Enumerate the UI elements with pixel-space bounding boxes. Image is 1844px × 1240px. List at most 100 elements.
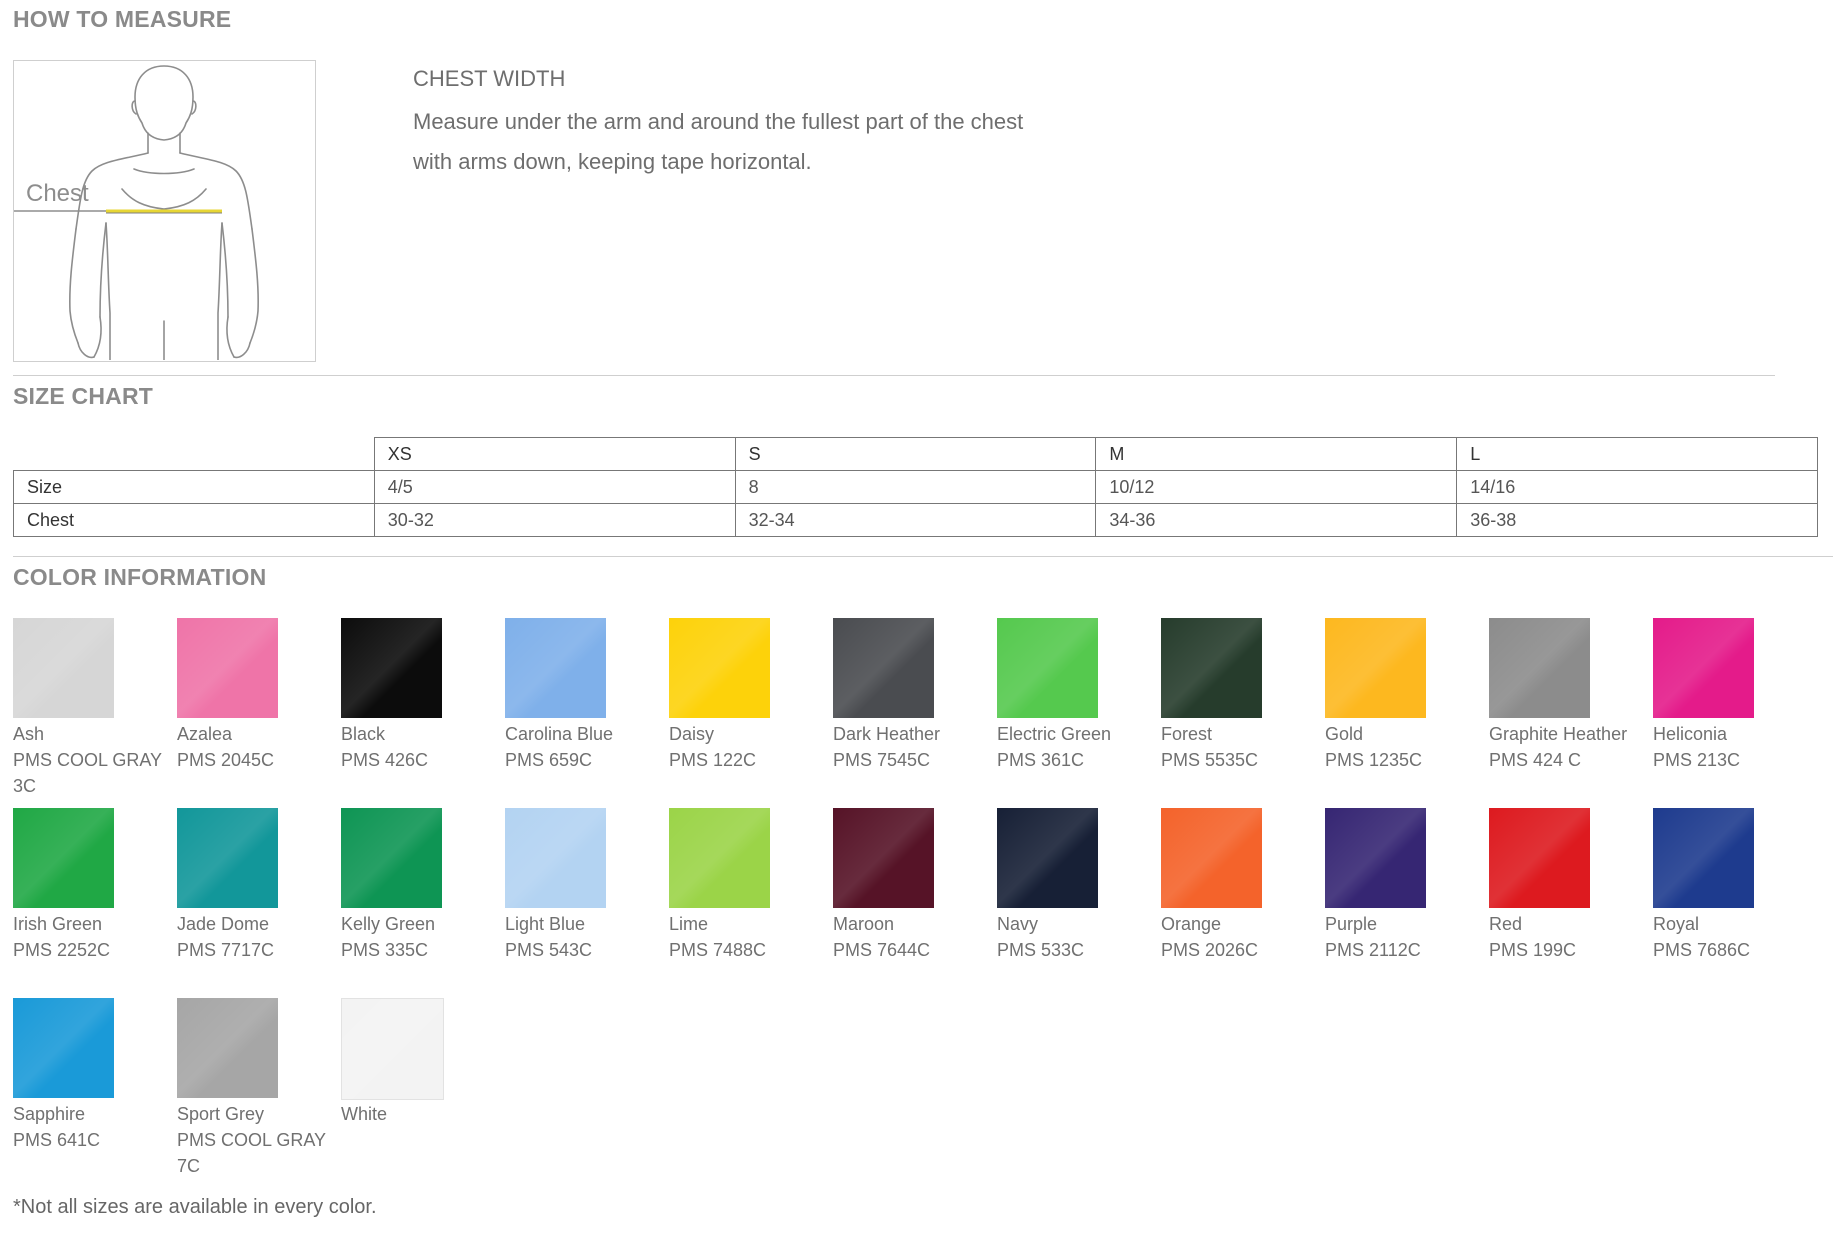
color-pms-code: PMS 543C [505,940,593,960]
table-cell: 30-32 [373,503,736,537]
color-swatch[interactable] [13,998,114,1098]
color-swatch[interactable] [1161,618,1262,718]
color-label: Irish Green PMS 2252C [13,911,173,963]
color-label: Gold PMS 1235C [1325,721,1485,773]
color-swatch[interactable] [177,998,278,1098]
color-name: Carolina Blue [505,724,614,744]
color-swatch[interactable] [833,808,934,908]
size-col-xs: XS [373,437,736,471]
color-swatch[interactable] [505,808,606,908]
color-swatch[interactable] [341,808,442,908]
size-chart-table: XS S M L Size 4/5 8 10/12 14/16 Chest 30… [13,437,1818,537]
color-pms-code: PMS 659C [505,750,593,770]
color-pms-code: PMS COOL GRAY 7C [177,1130,326,1176]
color-swatch[interactable] [997,618,1098,718]
color-pms-code: PMS 533C [997,940,1085,960]
color-name: Graphite Heather [1489,724,1628,744]
color-label: Navy PMS 533C [997,911,1157,963]
color-label: Maroon PMS 7644C [833,911,993,963]
color-pms-code: PMS 361C [997,750,1085,770]
color-name: Kelly Green [341,914,436,934]
color-swatch[interactable] [13,618,114,718]
color-swatch[interactable] [997,808,1098,908]
color-label: Heliconia PMS 213C [1653,721,1813,773]
color-swatch[interactable] [1489,808,1590,908]
color-pms-code: PMS 1235C [1325,750,1423,770]
table-cell: 8 [734,470,1097,504]
color-swatch[interactable] [177,808,278,908]
table-cell: 34-36 [1095,503,1458,537]
color-name: Azalea [177,724,233,744]
color-pms-code: PMS 335C [341,940,429,960]
color-swatch[interactable] [669,808,770,908]
color-pms-code: PMS 213C [1653,750,1741,770]
divider [13,375,1775,376]
color-pms-code: PMS 426C [341,750,429,770]
color-pms-code: PMS 2026C [1161,940,1259,960]
color-swatch[interactable] [1161,808,1262,908]
body-outline-icon: Chest [14,65,259,361]
color-label: White [341,1101,501,1127]
size-col-l: L [1456,437,1818,471]
row-label-size: Size [13,470,375,504]
color-swatch[interactable] [13,808,114,908]
color-swatch[interactable] [177,618,278,718]
color-label: Electric Green PMS 361C [997,721,1157,773]
color-name: Red [1489,914,1523,934]
color-swatch[interactable] [833,618,934,718]
table-corner [14,438,375,471]
color-pms-code: PMS 2045C [177,750,275,770]
color-label: Sport Grey PMS COOL GRAY 7C [177,1101,337,1179]
color-pms-code: PMS 7545C [833,750,931,770]
divider [13,556,1833,557]
color-label: Purple PMS 2112C [1325,911,1485,963]
color-label: Jade Dome PMS 7717C [177,911,337,963]
color-name: Purple [1325,914,1378,934]
color-label: Light Blue PMS 543C [505,911,665,963]
color-swatch[interactable] [1325,618,1426,718]
color-name: Maroon [833,914,895,934]
size-header-row: XS S M L [14,437,1818,471]
color-name: Jade Dome [177,914,270,934]
color-name: Lime [669,914,709,934]
color-name: Royal [1653,914,1700,934]
color-swatch[interactable] [669,618,770,718]
color-name: Forest [1161,724,1213,744]
color-label: Black PMS 426C [341,721,501,773]
color-pms-code: PMS COOL GRAY 3C [13,750,162,796]
color-name: Ash [13,724,45,744]
availability-footnote: *Not all sizes are available in every co… [13,1196,377,1218]
color-name: Sport Grey [177,1104,265,1124]
color-swatch[interactable] [1489,618,1590,718]
color-swatch[interactable] [1325,808,1426,908]
color-label: Carolina Blue PMS 659C [505,721,665,773]
color-swatch[interactable] [505,618,606,718]
color-label: Graphite Heather PMS 424 C [1489,721,1649,773]
how-to-measure-title: HOW TO MEASURE [13,6,232,32]
color-name: Black [341,724,386,744]
color-swatch[interactable] [1653,618,1754,718]
row-label-chest: Chest [13,503,375,537]
color-pms-code: PMS 199C [1489,940,1577,960]
color-name: Dark Heather [833,724,941,744]
color-label: Forest PMS 5535C [1161,721,1321,773]
color-label: Kelly Green PMS 335C [341,911,501,963]
color-pms-code: PMS 2252C [13,940,111,960]
color-name: Sapphire [13,1104,86,1124]
color-swatch[interactable] [341,618,442,718]
measure-heading: CHEST WIDTH [413,66,566,91]
color-swatch[interactable] [341,998,444,1100]
table-row: Chest 30-32 32-34 34-36 36-38 [13,503,1818,537]
size-col-m: M [1095,437,1458,471]
color-label: Orange PMS 2026C [1161,911,1321,963]
size-col-s: S [734,437,1097,471]
chest-measure-figure: Chest [13,60,316,362]
color-name: Heliconia [1653,724,1728,744]
color-label: Daisy PMS 122C [669,721,829,773]
figure-chest-label: Chest [26,180,89,207]
color-label: Dark Heather PMS 7545C [833,721,993,773]
color-label: Sapphire PMS 641C [13,1101,173,1153]
color-name: White [341,1104,388,1124]
color-label: Lime PMS 7488C [669,911,829,963]
color-swatch[interactable] [1653,808,1754,908]
